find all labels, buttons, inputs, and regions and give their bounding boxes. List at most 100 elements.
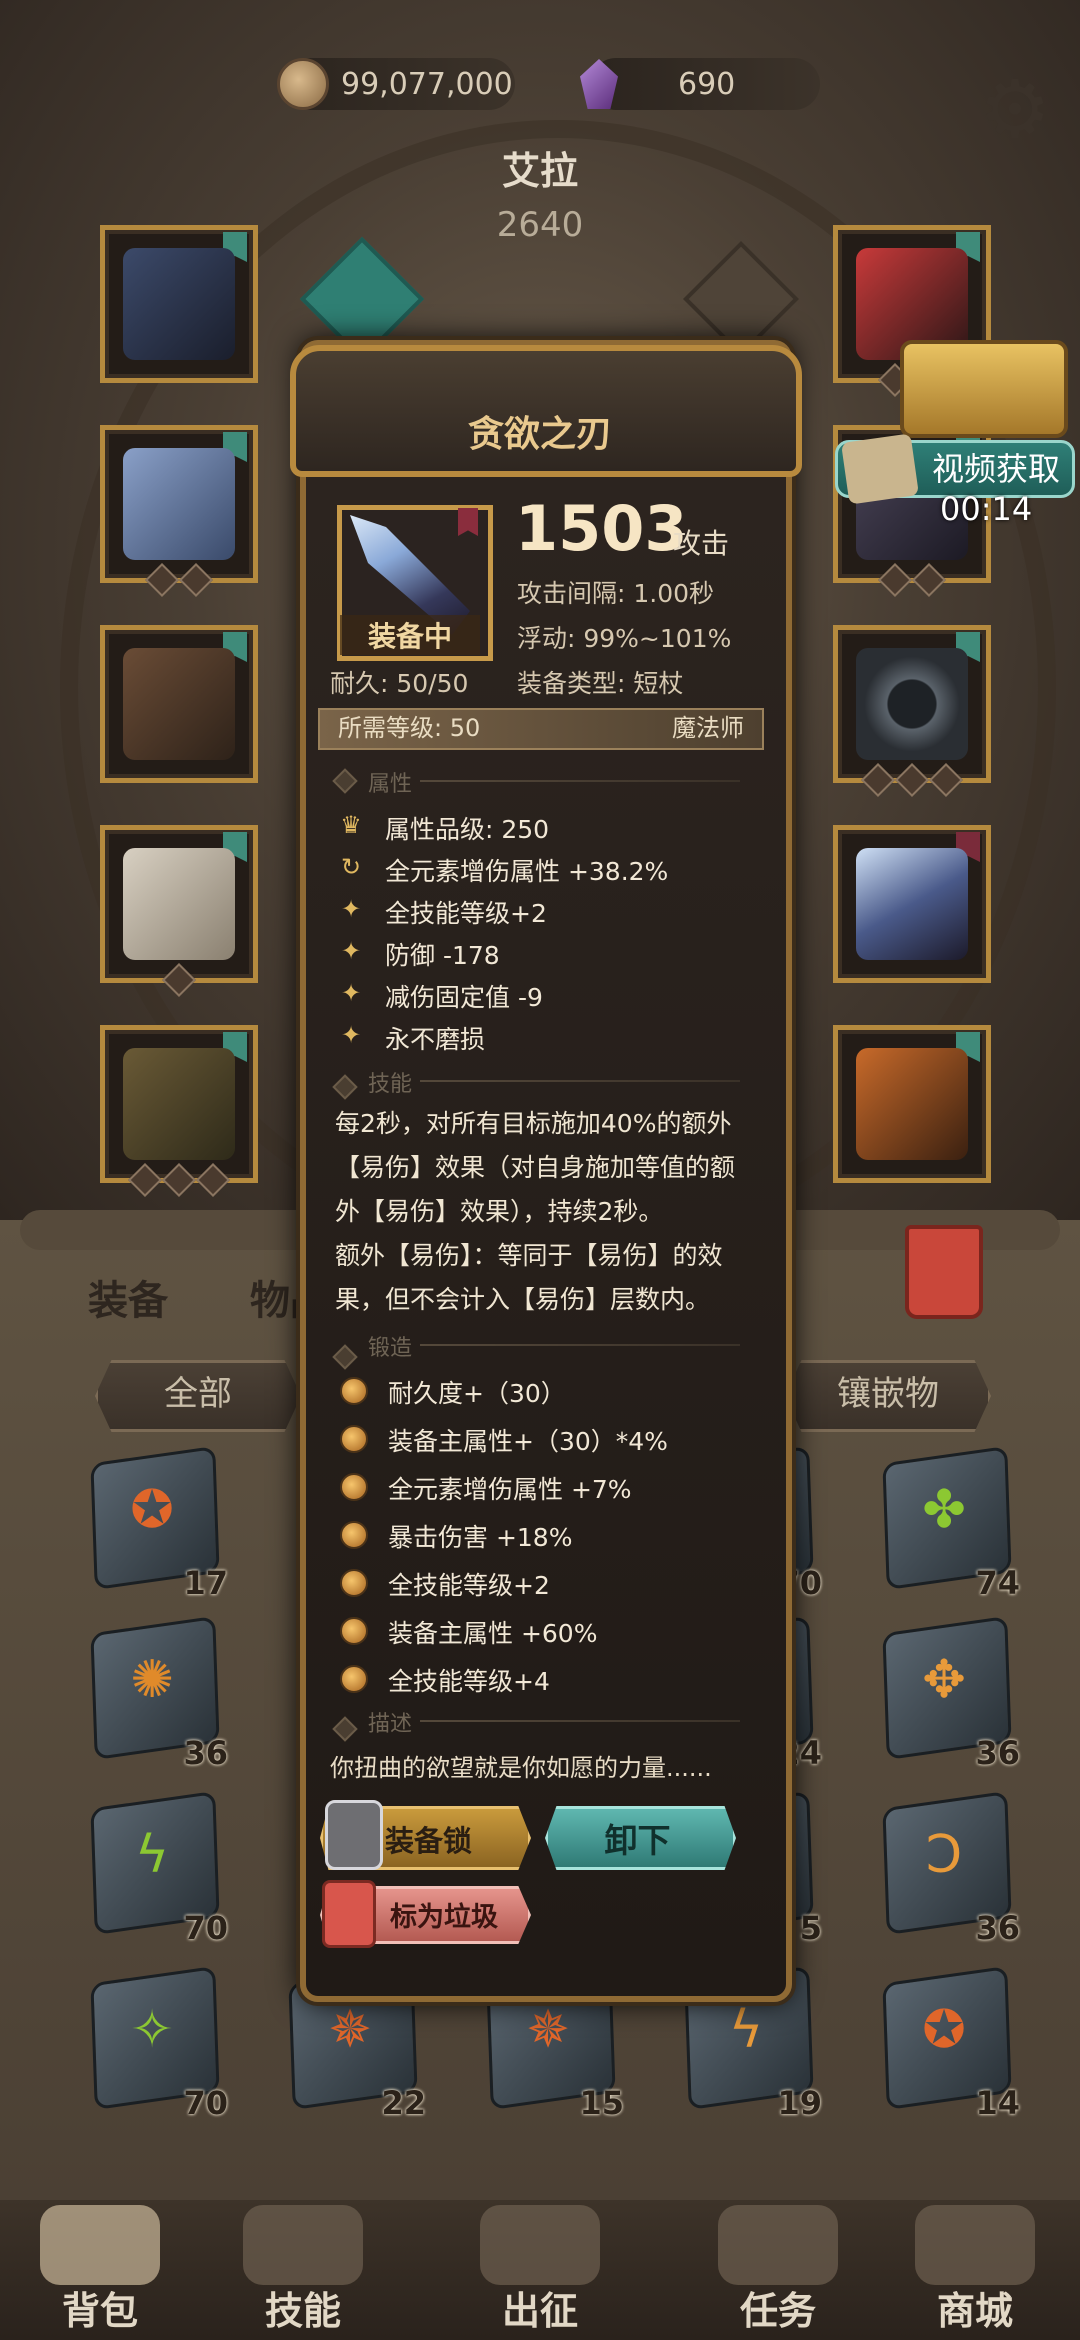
section-divider <box>420 780 740 782</box>
rune-count: 22 <box>381 2084 426 2122</box>
rune-count: 36 <box>975 1734 1020 1772</box>
unequip-button-label[interactable]: 卸下 <box>545 1814 730 1862</box>
hero-power: 2640 <box>496 205 584 245</box>
forge-line: 全元素增伤属性 +7% <box>388 1475 632 1504</box>
filter-inlay[interactable]: 镶嵌物 <box>785 1360 991 1432</box>
slot-weapon[interactable] <box>833 825 991 983</box>
attribute-line: 全元素增伤属性 +38.2% <box>385 857 669 886</box>
nav-bag[interactable]: 背包 <box>10 2280 190 2335</box>
rune-item[interactable]: ✪ 14 <box>874 1965 1020 2122</box>
slot-book[interactable] <box>833 1025 991 1183</box>
star-icon: ✦ <box>340 1021 362 1049</box>
filter-all[interactable]: 全部 <box>95 1360 301 1432</box>
slot-gloves[interactable] <box>100 625 258 783</box>
section-divider <box>420 1344 740 1346</box>
cycle-icon: ↻ <box>340 853 362 881</box>
rune-glyph-icon: ✵ <box>328 2000 372 2060</box>
treasure-chest-icon[interactable] <box>900 340 1068 438</box>
rune-glyph-icon: ✪ <box>922 2000 966 2060</box>
flavor-text: 你扭曲的欲望就是你如愿的力量...... <box>330 1754 712 1782</box>
forge-slot-icon <box>340 1665 368 1693</box>
attribute-line: 防御 -178 <box>385 941 500 970</box>
quest-icon <box>718 2205 838 2285</box>
rune-item[interactable]: ✧ 70 <box>82 1965 228 2122</box>
forge-line: 全技能等级+4 <box>388 1667 550 1696</box>
hero-name: 艾拉 <box>501 149 578 193</box>
rune-item[interactable]: ✺ 36 <box>82 1615 228 1772</box>
rune-glyph-icon: ϟ <box>728 2000 764 2060</box>
rune-count: 70 <box>183 1909 228 1947</box>
video-icon <box>841 433 919 505</box>
attribute-line: 全技能等级+2 <box>385 899 547 928</box>
lock-button-label[interactable]: 装备锁 <box>385 1818 472 1860</box>
rune-glyph-icon: Ɔ <box>925 1825 963 1885</box>
rune-count: 17 <box>183 1564 228 1602</box>
forge-slot-icon <box>340 1521 368 1549</box>
forge-slot-icon <box>340 1425 368 1453</box>
nav-quests[interactable]: 任务 <box>688 2280 868 2335</box>
rune-glyph-icon: ✺ <box>130 1650 174 1710</box>
forge-line: 装备主属性 +60% <box>388 1619 598 1648</box>
attack-label: 攻击 <box>673 527 730 560</box>
slot-armor[interactable] <box>100 425 258 597</box>
forge-line: 暴击伤害 +18% <box>388 1523 573 1552</box>
trash-icon[interactable] <box>905 1225 983 1319</box>
required-class: 魔法师 <box>672 714 744 742</box>
nav-expedition[interactable]: 出征 <box>450 2280 630 2335</box>
rune-item[interactable]: Ɔ 36 <box>874 1790 1020 1947</box>
rune-count: 74 <box>975 1564 1020 1602</box>
rune-count: 15 <box>579 2084 624 2122</box>
nav-skills[interactable]: 技能 <box>213 2280 393 2335</box>
requirement-bar: 所需等级: 50 魔法师 <box>318 708 764 750</box>
section-divider <box>420 1720 740 1722</box>
slot-ring[interactable] <box>833 625 991 797</box>
equipped-label: 装备中 <box>340 615 480 655</box>
shop-icon <box>915 2205 1035 2285</box>
mark-junk-label[interactable]: 标为垃圾 <box>390 1895 498 1934</box>
rune-item[interactable]: ϟ 70 <box>82 1790 228 1947</box>
gold-counter: 99,077,000 <box>277 58 515 110</box>
section-description: 描述 <box>368 1712 413 1737</box>
rune-glyph-icon: ✤ <box>922 1480 966 1540</box>
required-level: 所需等级: 50 <box>338 714 481 742</box>
skill-line: 【易伤】效果（对自身施加等值的额 <box>335 1153 736 1182</box>
rune-item[interactable]: ✤ 74 <box>874 1445 1020 1602</box>
coin-icon <box>277 58 329 110</box>
section-divider <box>420 1080 740 1082</box>
slot-boots[interactable] <box>100 1025 258 1197</box>
rune-count: 5 <box>799 1909 822 1947</box>
skill-description: 每2秒，对所有目标施加40%的额外 【易伤】效果（对自身施加等值的额 外【易伤】… <box>335 1102 755 1322</box>
forge-slot-icon <box>340 1377 368 1405</box>
rune-count: 36 <box>975 1909 1020 1947</box>
attack-value: 1503 <box>515 492 688 565</box>
forge-line: 装备主属性+（30）*4% <box>388 1427 668 1456</box>
skill-line: 每2秒，对所有目标施加40%的额外 <box>335 1109 732 1138</box>
item-name: 贪欲之刃 <box>467 414 612 455</box>
rune-item[interactable]: ✥ 36 <box>874 1615 1020 1772</box>
section-skill: 技能 <box>368 1072 413 1097</box>
rune-glyph-icon: ✵ <box>526 2000 570 2060</box>
slot-pants[interactable] <box>100 825 258 997</box>
sword-icon <box>480 2205 600 2285</box>
rune-count: 70 <box>183 2084 228 2122</box>
slot-helmet[interactable] <box>100 225 258 383</box>
section-forge: 锻造 <box>368 1336 413 1361</box>
star-icon: ✦ <box>340 937 362 965</box>
nav-shop[interactable]: 商城 <box>885 2280 1065 2335</box>
lock-icon <box>325 1800 383 1870</box>
tab-equipment[interactable]: 装备 <box>88 1268 168 1326</box>
rune-glyph-icon: ✪ <box>130 1480 174 1540</box>
forge-slot-icon <box>340 1617 368 1645</box>
star-icon: ✦ <box>340 895 362 923</box>
gear-icon[interactable]: ⚙ <box>975 70 1055 150</box>
bag-icon <box>40 2205 160 2285</box>
equipment-type: 装备类型: 短杖 <box>517 669 684 698</box>
rune-glyph-icon: ✧ <box>130 2000 174 2060</box>
rune-item[interactable]: ✪ 17 <box>82 1445 228 1602</box>
durability: 耐久: 50/50 <box>330 669 469 698</box>
attack-interval: 攻击间隔: 1.00秒 <box>517 579 715 608</box>
skill-line: 额外【易伤】：等同于【易伤】的效 <box>335 1241 723 1270</box>
skill-line: 外【易伤】效果），持续2秒。 <box>335 1197 664 1226</box>
section-attributes: 属性 <box>368 772 413 797</box>
gold-value: 99,077,000 <box>341 66 513 102</box>
